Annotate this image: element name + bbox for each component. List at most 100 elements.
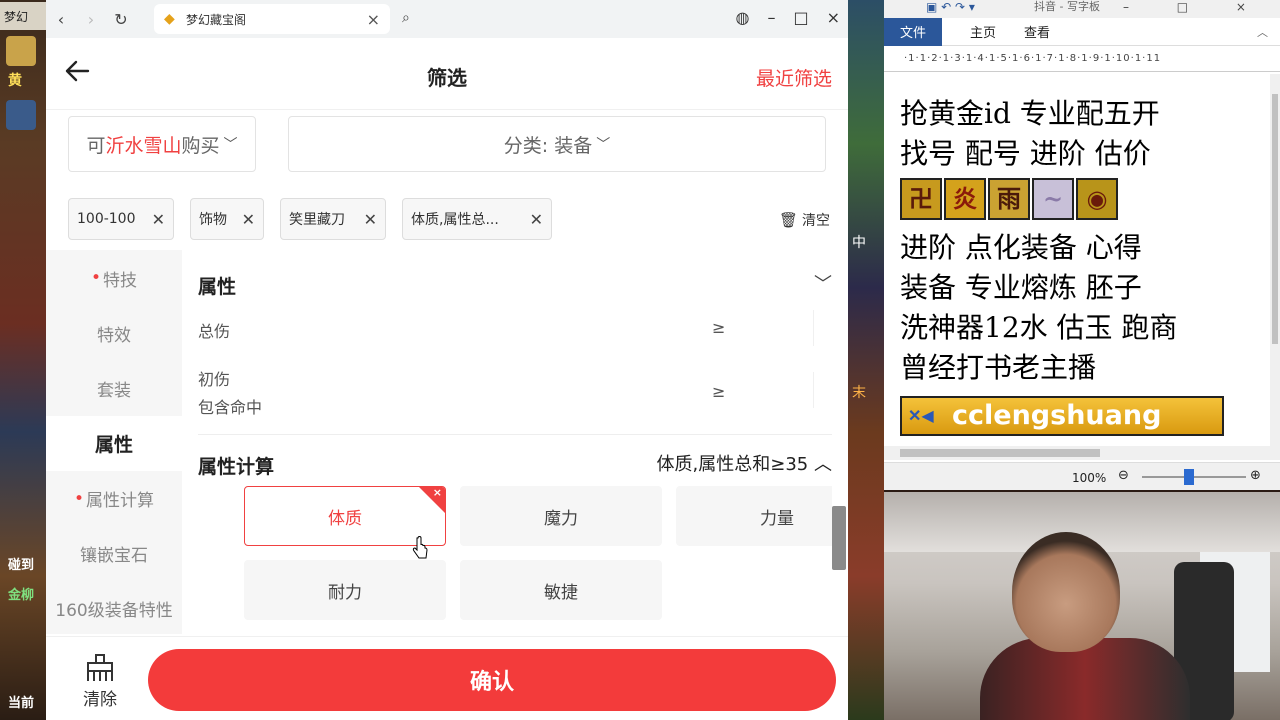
confirm-button[interactable]: 确认 — [148, 649, 836, 711]
zoom-slider-track[interactable] — [1142, 476, 1246, 478]
game-avatar-icon — [6, 36, 36, 66]
attributes-section-title: 属性 — [198, 276, 237, 298]
reset-button[interactable]: 清除 — [76, 653, 124, 710]
close-icon[interactable]: × — [827, 8, 840, 27]
forward-nav-icon[interactable]: › — [76, 10, 106, 29]
category-selector[interactable]: 分类: 装备 ﹀ — [288, 116, 826, 172]
doc-icon-row: 卍 炎 雨 ~ ◉ — [900, 178, 1270, 222]
back-nav-icon[interactable]: ‹ — [46, 10, 76, 29]
side-nav-item-attribute-calc[interactable]: • 属性计算 — [46, 471, 182, 526]
side-nav-label: 属性计算 — [86, 491, 155, 511]
ribbon-tab-view[interactable]: 查看 — [1024, 22, 1050, 41]
wordpad-document[interactable]: 抢黄金id 专业配五开 找号 配号 进阶 估价 卍 炎 雨 ~ ◉ 进阶 点化装… — [884, 74, 1270, 446]
game-badge-icon: 卍 — [900, 178, 942, 220]
zoom-in-icon[interactable]: ⊕ — [1250, 468, 1261, 483]
browser-window: ‹ › ↻ ◆ 梦幻藏宝阁 × ⌕ ◍ – □ × 筛选 最近筛选 可 沂水雪山… — [46, 0, 848, 720]
attr-option[interactable]: 耐力 — [244, 560, 446, 620]
filter-chip[interactable]: 100-100 ✕ — [68, 198, 174, 240]
game-chat-text: 当前 — [8, 696, 35, 711]
reset-label: 清除 — [83, 690, 117, 710]
side-nav-item-special-effect[interactable]: 特效 — [46, 306, 182, 361]
attr-calc-summary[interactable]: 体质,属性总和≥35 ︿ — [657, 450, 832, 476]
browser-tabbar: ‹ › ↻ ◆ 梦幻藏宝阁 × ⌕ ◍ – □ × — [46, 0, 848, 38]
scroll-thumb[interactable] — [1272, 94, 1278, 344]
server-name: 沂水雪山 — [105, 134, 182, 157]
zoom-slider-thumb[interactable] — [1184, 469, 1194, 485]
attr-row-sublabel: 包含命中 — [198, 398, 263, 417]
side-nav-item-set[interactable]: 套装 — [46, 361, 182, 416]
content-scrollbar[interactable] — [832, 506, 846, 570]
chip-remove-icon[interactable]: ✕ — [530, 210, 543, 229]
side-nav-label: 160级装备特性 — [55, 601, 173, 621]
search-icon[interactable]: ⌕ — [402, 10, 410, 26]
attr-option[interactable]: 敏捷 — [460, 560, 662, 620]
ribbon-collapse-icon[interactable]: ︿ — [1257, 24, 1268, 40]
side-nav-label: 特技 — [103, 270, 138, 291]
game-label: 末 — [852, 385, 866, 401]
channel-banner: ✕◀ cclengshuang — [900, 396, 1224, 436]
chevron-down-icon[interactable]: ﹀ — [814, 270, 832, 296]
scroll-thumb[interactable] — [900, 449, 1100, 457]
game-tab[interactable]: 梦幻 — [0, 2, 46, 30]
doc-line: 找号 配号 进阶 估价 — [900, 137, 1151, 170]
side-nav-label: 特效 — [97, 326, 131, 346]
wordpad-window-controls[interactable]: – □ × — [1123, 0, 1268, 14]
banner-text: cclengshuang — [952, 400, 1162, 431]
side-nav-item-gems[interactable]: 镶嵌宝石 — [46, 526, 182, 581]
maximize-icon[interactable]: □ — [793, 8, 808, 27]
wordpad-horizontal-scrollbar[interactable] — [884, 446, 1280, 460]
webcam-person-body — [980, 638, 1190, 720]
tab-close-icon[interactable]: × — [367, 10, 380, 29]
game-badge-icon: 炎 — [944, 178, 986, 220]
side-nav-item-special-skill[interactable]: • 特技 — [46, 250, 182, 306]
game-label: 黄 — [8, 73, 22, 89]
doc-line: 抢黄金id 专业配五开 — [900, 97, 1160, 130]
page-title: 筛选 — [427, 66, 467, 90]
window-controls: ◍ – □ × — [736, 8, 841, 27]
active-filter-chips: 100-100 ✕ 饰物 ✕ 笑里藏刀 ✕ 体质,属性总... ✕ — [68, 198, 552, 240]
side-nav-item-level-160[interactable]: 160级装备特性 — [46, 581, 182, 636]
clear-all-label: 清空 — [802, 213, 830, 229]
deselect-icon[interactable]: × — [433, 487, 442, 499]
browser-tab[interactable]: ◆ 梦幻藏宝阁 × — [154, 4, 390, 34]
attr-option-label: 体质 — [328, 508, 362, 529]
total-damage-input[interactable] — [738, 310, 814, 346]
webcam-feed — [884, 492, 1280, 720]
ribbon-tab-home[interactable]: 主页 — [970, 22, 996, 41]
minimize-icon[interactable]: – — [767, 8, 775, 27]
chip-remove-icon[interactable]: ✕ — [242, 210, 255, 229]
initial-damage-input[interactable] — [738, 372, 814, 408]
side-nav-label: 属性 — [94, 434, 133, 456]
wordpad-vertical-scrollbar[interactable] — [1270, 74, 1280, 446]
server-selector[interactable]: 可 沂水雪山 购买 ﹀ — [68, 116, 256, 172]
game-skill-icon — [6, 100, 36, 130]
filter-chip[interactable]: 体质,属性总... ✕ — [402, 198, 552, 240]
filter-chip[interactable]: 饰物 ✕ — [190, 198, 264, 240]
filter-footer: 清除 确认 — [46, 636, 848, 720]
doc-line: 进阶 点化装备 心得 — [900, 231, 1142, 264]
attr-option[interactable]: 魔力 — [460, 486, 662, 546]
attr-row-label: 初伤 — [198, 370, 231, 389]
chip-remove-icon[interactable]: ✕ — [152, 210, 165, 229]
attr-row-label: 总伤 — [198, 322, 231, 341]
ribbon-tab-file[interactable]: 文件 — [884, 17, 942, 46]
clear-all-button[interactable]: 🗑 清空 — [779, 210, 830, 230]
filter-content: 属性 ﹀ 总伤 ≥ 初伤 包含命中 ≥ 属性计算 体质,属性总和≥35 ︿ 体质… — [198, 250, 832, 634]
wordpad-window: ▣ ↶ ↷ ▾ 抖音 - 写字板 – □ × 文件 主页 查看 ︿ ·1·1·2… — [884, 0, 1280, 490]
attr-option[interactable]: 力量 — [676, 486, 832, 546]
globe-icon[interactable]: ◍ — [736, 8, 750, 27]
recent-filter-link[interactable]: 最近筛选 — [756, 64, 832, 91]
modified-dot: • — [90, 268, 102, 288]
side-nav-item-attributes[interactable]: 属性 — [46, 416, 182, 471]
filter-chip[interactable]: 笑里藏刀 ✕ — [280, 198, 386, 240]
wordpad-ruler[interactable]: ·1·1·2·1·3·1·4·1·5·1·6·1·7·1·8·1·9·1·10·… — [884, 46, 1280, 72]
reload-icon[interactable]: ↻ — [106, 10, 136, 29]
quick-access-icons[interactable]: ▣ ↶ ↷ ▾ — [926, 0, 975, 14]
game-chat-text: 碰到 — [8, 558, 35, 573]
chevron-down-icon: ﹀ — [223, 137, 238, 153]
zoom-out-icon[interactable]: ⊖ — [1118, 468, 1129, 483]
attr-option-label: 耐力 — [328, 582, 362, 603]
game-badge-icon: ◉ — [1076, 178, 1118, 220]
chip-remove-icon[interactable]: ✕ — [364, 210, 377, 229]
side-nav-label: 套装 — [97, 381, 131, 401]
